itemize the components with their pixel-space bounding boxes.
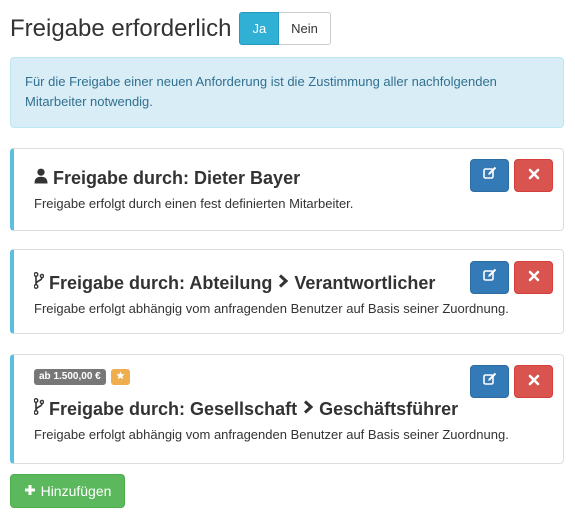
close-icon [528,373,540,391]
approval-title-text: Freigabe durch: Gesellschaft [49,398,298,419]
branch-icon [33,398,45,420]
approval-title-target: Verantwortlicher [294,272,436,293]
info-alert: Für die Freigabe einer neuen Anforderung… [10,57,564,128]
approval-title-target: Geschäftsführer [319,398,459,419]
delete-button[interactable] [514,159,553,192]
approval-description: Freigabe erfolgt abhängig vom anfragende… [34,301,509,316]
approval-title: Freigabe durch: Dieter Bayer [34,168,300,189]
add-button[interactable]: Hinzufügen [10,474,125,508]
amount-badge: ab 1.500,00 € [34,369,106,385]
edit-icon [482,166,497,185]
user-icon [34,168,48,189]
card-actions [470,365,553,398]
approval-card: Freigabe durch: Dieter Bayer Freigabe er… [10,148,564,231]
card-actions [470,261,553,294]
badges: ab 1.500,00 € [34,369,130,385]
approval-title-text: Freigabe durch: Dieter Bayer [53,168,301,188]
edit-icon [482,268,497,287]
close-icon [528,167,540,185]
approval-description: Freigabe erfolgt durch einen fest defini… [34,196,354,211]
approval-toggle: Ja Nein [239,12,331,45]
approval-card: Freigabe durch: Abteilung Verantwortlich… [10,249,564,334]
delete-button[interactable] [514,261,553,294]
edit-button[interactable] [470,365,509,398]
star-icon [116,370,125,384]
edit-button[interactable] [470,261,509,294]
header: Freigabe erforderlich Ja Nein [10,12,331,45]
approval-title-text: Freigabe durch: Abteilung [49,272,273,293]
approval-title: Freigabe durch: Abteilung Verantwortlich… [33,272,436,294]
plus-icon [24,483,36,499]
card-actions [470,159,553,192]
close-icon [528,269,540,287]
approval-description: Freigabe erfolgt abhängig vom anfragende… [34,427,509,442]
toggle-yes-button[interactable]: Ja [239,12,280,45]
delete-button[interactable] [514,365,553,398]
chevron-right-icon [278,273,289,293]
approval-card: ab 1.500,00 € Freigabe durch: Gesellscha… [10,354,564,464]
edit-button[interactable] [470,159,509,192]
branch-icon [33,272,45,294]
chevron-right-icon [303,399,314,419]
add-button-label: Hinzufügen [40,483,112,499]
page-title: Freigabe erforderlich [10,14,232,42]
star-badge [110,369,130,385]
toggle-no-button[interactable]: Nein [279,12,331,45]
edit-icon [482,372,497,391]
approval-title: Freigabe durch: Gesellschaft Geschäftsfü… [33,398,459,420]
